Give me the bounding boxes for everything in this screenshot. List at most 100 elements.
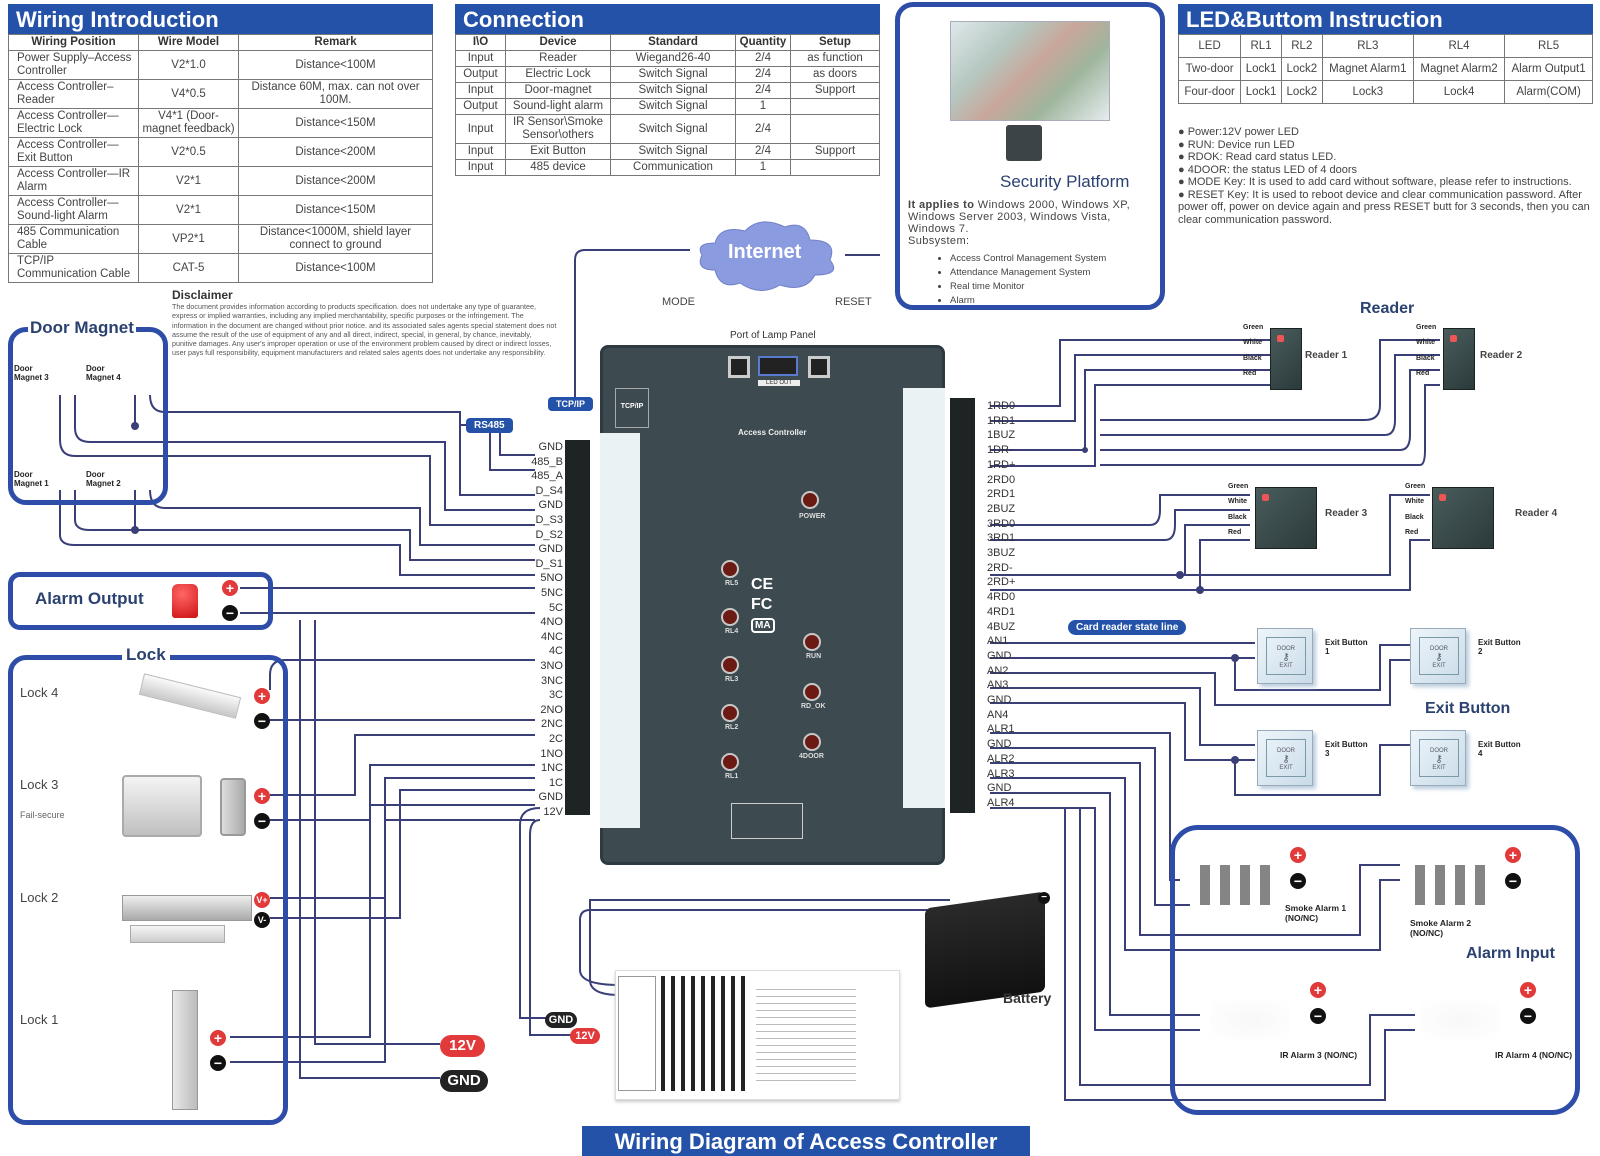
reader-4-device <box>1432 487 1494 549</box>
reset-key-label: RESET <box>835 296 872 308</box>
cell: V4*1 (Door-magnet feedback) <box>138 108 239 138</box>
left-terminal-label: 485_B <box>531 455 563 468</box>
run-led-label: RUN <box>806 653 822 660</box>
alarm-siren-icon <box>172 584 198 618</box>
column-header: I\O <box>455 34 506 51</box>
cell: CAT-5 <box>138 253 239 283</box>
exit-button-3-device: DOOR ⚷ EXIT <box>1257 730 1313 786</box>
table-row: 485 Communication Cable VP2*1 Distance<100… <box>8 224 433 254</box>
left-terminal-label: GND <box>538 791 563 804</box>
bullet-text: RUN: Device run LED <box>1187 138 1295 151</box>
cell: Distance<1000M, shield layer connect to … <box>238 224 433 254</box>
reader-title: Reader <box>1360 300 1415 317</box>
power-led-label: POWER <box>799 513 826 520</box>
tcpip-tag: TCP/IP <box>548 397 594 411</box>
cell: Alarm(COM) <box>1504 80 1593 104</box>
table-header-row: I\O Device Standard Quantity Setup <box>455 34 880 51</box>
mode-button[interactable] <box>728 356 750 378</box>
cell: Access Controller–Reader <box>8 79 139 109</box>
column-header: Quantity <box>735 34 791 51</box>
cell: Access Controller—Exit Button <box>8 137 139 167</box>
rl4-led <box>721 608 739 626</box>
exit-button-2-label: Exit Button 2 <box>1478 638 1521 656</box>
right-terminal-label: 2BUZ <box>987 502 1016 515</box>
right-terminal-label: 2RD- <box>987 561 1013 574</box>
reader-wire-label: Red <box>1405 528 1419 536</box>
left-terminal-label: D_S4 <box>535 484 563 497</box>
4door-led-label: 4DOOR <box>799 753 824 760</box>
lock-title: Lock <box>122 645 170 665</box>
right-terminal-label: AN4 <box>987 708 1009 721</box>
column-header: Wiring Position <box>8 34 139 51</box>
list-item: Attendance Management System <box>950 266 1106 280</box>
controller-device-image <box>1006 125 1042 161</box>
left-terminal-label: D_S3 <box>535 514 563 526</box>
cell: Input <box>455 50 506 67</box>
lock-1-label: Lock 1 <box>20 1012 59 1027</box>
cell: Switch Signal <box>610 114 736 144</box>
cell: Magnet Alarm2 <box>1412 57 1506 81</box>
rl4-led-label: RL4 <box>725 628 739 635</box>
table-row: Access Controller—Sound-light Alarm V2*1 D… <box>8 195 433 225</box>
cell: Power Supply–Access Controller <box>8 50 139 80</box>
cell: Lock1 <box>1240 80 1282 104</box>
reader-wire-label: Black <box>1405 513 1424 521</box>
right-terminal-label: ALR4 <box>987 796 1015 809</box>
gnd-power-tag: GND <box>440 1070 488 1092</box>
lock-2-vminus-icon: V- <box>254 912 270 928</box>
plus-terminal-icon: + <box>222 580 238 596</box>
left-terminal-label: 4NO <box>540 616 563 629</box>
cell: 2/4 <box>735 114 791 144</box>
right-terminal-label: 2RD+ <box>987 576 1016 589</box>
cell: Distance<100M <box>238 50 433 80</box>
table-header-row: Wiring Position Wire Model Remark <box>8 34 433 51</box>
cell: Distance<150M <box>238 108 433 138</box>
cell: Access Controller—IR Alarm <box>8 166 139 196</box>
alarm-plus-icon: + <box>1290 847 1306 863</box>
exit-text: EXIT <box>1279 663 1293 669</box>
right-terminal-label: ALR2 <box>987 752 1015 765</box>
table-row: Input Door-magnet Switch Signal 2/4 Support <box>455 82 880 99</box>
footer-title: Wiring Diagram of Access Controller <box>582 1126 1030 1156</box>
connection-panel: Connection I\O Device Standard Quantity … <box>455 4 880 176</box>
left-terminal-label: D_S1 <box>535 557 563 570</box>
right-terminal-label: AN3 <box>987 679 1009 692</box>
ce-mark: CE <box>751 576 774 593</box>
left-terminal-label: 1NO <box>540 747 563 760</box>
reset-button[interactable] <box>808 356 830 378</box>
right-terminal-label: 3RD1 <box>987 532 1016 545</box>
left-terminal-label: 4NC <box>540 630 563 643</box>
cell: 2/4 <box>735 50 791 67</box>
exit-button-face: DOOR ⚷ EXIT <box>1266 739 1306 777</box>
security-platform-title: Security Platform <box>1000 172 1130 191</box>
cell: Door-magnet <box>505 82 611 99</box>
door-magnet-2-label: Door Magnet 2 <box>86 470 121 488</box>
alarm-plus-icon: + <box>1505 847 1521 863</box>
controller-label: Access Controller <box>738 428 807 437</box>
cell: Four-door <box>1177 80 1242 104</box>
lock-3-sub-label: Fail-secure <box>20 810 65 820</box>
key-icon: ⚷ <box>1282 754 1290 765</box>
left-terminal-label: GND <box>538 543 563 556</box>
reader-1-device <box>1270 328 1302 390</box>
cell: Switch Signal <box>610 82 736 99</box>
left-terminal-label: 2NC <box>540 718 563 731</box>
rl2-led <box>721 704 739 722</box>
cell: 2/4 <box>735 66 791 83</box>
left-terminal-label: 5C <box>548 601 563 614</box>
left-terminal-label: D_S2 <box>535 528 563 541</box>
alarm-minus-icon: − <box>1310 1008 1326 1024</box>
column-header: RL2 <box>1280 34 1323 58</box>
cell: V2*0.5 <box>138 137 239 167</box>
list-item: Access Control Management System <box>950 252 1106 266</box>
column-header: Setup <box>790 34 880 51</box>
cell: Output <box>455 66 506 83</box>
right-terminal-label: GND <box>987 694 1012 706</box>
cell <box>790 159 880 176</box>
rl2-led-label: RL2 <box>725 724 739 731</box>
bullet-text: Power:12V power LED <box>1187 126 1299 138</box>
right-terminal-label: AN1 <box>987 635 1009 648</box>
4door-led <box>803 733 821 751</box>
cell: IR Sensor\Smoke Sensor\others <box>505 114 611 144</box>
exit-button-face: DOOR ⚷ EXIT <box>1419 739 1459 777</box>
